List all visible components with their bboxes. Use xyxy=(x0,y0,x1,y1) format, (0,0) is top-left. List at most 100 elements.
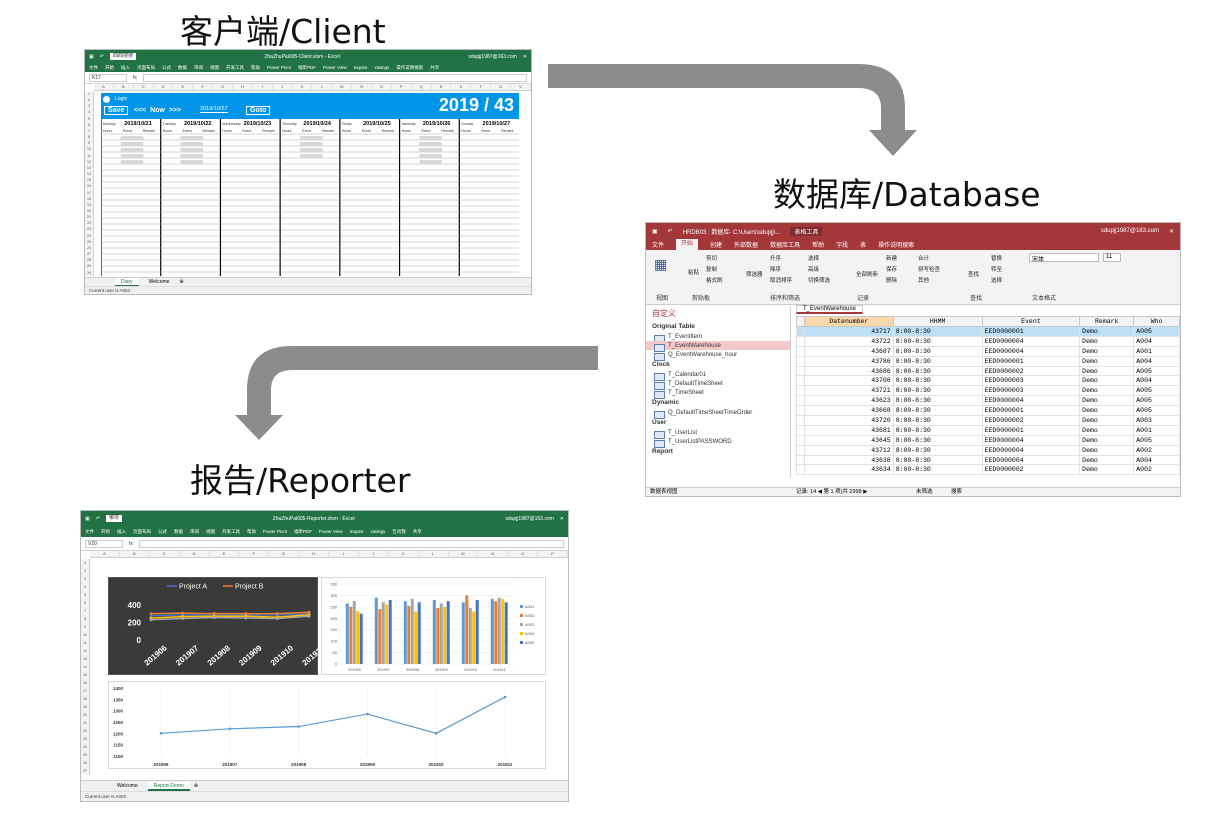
now-nav[interactable]: <<< Now >>> xyxy=(134,107,181,114)
table-cell[interactable]: A002 xyxy=(1133,464,1180,476)
font-size-select[interactable]: 11 xyxy=(1103,253,1121,262)
menu-item[interactable]: Power View xyxy=(319,529,343,534)
ribbon-item[interactable]: 剪切 xyxy=(706,254,717,262)
ribbon-item[interactable]: 选择 xyxy=(808,254,819,262)
row-selector[interactable] xyxy=(796,454,805,466)
table-row[interactable]: 43687 8:00-8:30 EED0000004 Demo A001 xyxy=(796,345,1180,357)
table-cell[interactable]: Demo xyxy=(1079,355,1135,367)
table-cell[interactable]: EED0000003 xyxy=(981,375,1081,387)
menu-item[interactable]: 开始 xyxy=(105,65,114,71)
table-cell[interactable]: Demo xyxy=(1079,405,1135,417)
table-row[interactable]: 43717 8:00-8:30 EED0000001 Demo A005 xyxy=(796,326,1180,337)
table-cell[interactable]: 43722 xyxy=(804,335,894,347)
row-selector[interactable] xyxy=(796,365,805,377)
table-cell[interactable]: 8:00-8:30 xyxy=(892,405,983,417)
table-cell[interactable]: A005 xyxy=(1133,434,1180,446)
table-cell[interactable]: Demo xyxy=(1079,385,1135,397)
row-selector[interactable] xyxy=(796,326,805,337)
filter-status[interactable]: 未筛选 xyxy=(916,488,933,496)
table-cell[interactable]: A005 xyxy=(1133,365,1180,377)
menu-item[interactable]: 页面布局 xyxy=(137,65,155,71)
menu-item[interactable]: 福昕PDF xyxy=(298,65,316,71)
save-icon[interactable]: ▣ xyxy=(652,228,658,235)
close-icon[interactable]: ✕ xyxy=(1169,228,1174,235)
table-row[interactable]: 43623 8:00-8:30 EED0000004 Demo A005 xyxy=(796,395,1180,407)
table-row[interactable]: 43721 8:00-8:30 EED0000003 Demo A005 xyxy=(796,385,1180,397)
column-header[interactable]: HHMM xyxy=(892,316,983,327)
menu-item[interactable]: Power View xyxy=(323,65,347,70)
table-cell[interactable]: 43681 xyxy=(804,424,894,436)
menu-item[interactable]: 字段 xyxy=(836,240,848,249)
ribbon-item[interactable]: 全部刷新 xyxy=(856,270,878,278)
table-cell[interactable]: Demo xyxy=(1079,434,1135,446)
table-cell[interactable]: 43668 xyxy=(804,405,894,417)
table-cell[interactable]: Demo xyxy=(1079,326,1135,337)
menu-item[interactable]: 文件 xyxy=(85,529,94,535)
table-cell[interactable]: EED0000001 xyxy=(981,355,1081,367)
nav-item[interactable]: T_UserListPASSWORD xyxy=(646,437,790,448)
table-cell[interactable]: 43712 xyxy=(804,444,894,456)
table-cell[interactable]: A005 xyxy=(1133,385,1180,397)
record-navigator[interactable]: 记录: 14 ◀ 第 1 项(共 2998 ▶ xyxy=(796,488,867,496)
ribbon-item[interactable]: 高级 xyxy=(808,265,819,273)
row-selector[interactable] xyxy=(796,464,805,476)
row-selector-header[interactable] xyxy=(796,316,805,327)
row-selector[interactable] xyxy=(796,385,805,397)
goto-button[interactable]: Goto xyxy=(246,106,271,115)
table-cell[interactable]: 8:00-8:30 xyxy=(892,365,983,377)
table-cell[interactable]: 8:00-8:30 xyxy=(892,355,983,367)
menu-item[interactable]: 视图 xyxy=(206,529,215,535)
client-search-box[interactable]: 四四搜搜 xyxy=(109,53,136,60)
ribbon-item[interactable]: 查找 xyxy=(968,270,979,278)
nav-group-header[interactable]: Dynamic xyxy=(646,397,790,408)
table-cell[interactable]: 43708 xyxy=(804,375,894,387)
table-cell[interactable]: 43645 xyxy=(804,434,894,446)
nav-item[interactable]: T_UserList xyxy=(646,428,790,439)
table-row[interactable]: 43668 8:00-8:30 EED0000001 Demo A005 xyxy=(796,405,1180,417)
table-cell[interactable]: EED0000001 xyxy=(981,424,1081,436)
table-row[interactable]: 43786 8:00-8:30 EED0000001 Demo A004 xyxy=(796,355,1180,367)
view-icon[interactable]: ▦ xyxy=(654,256,667,273)
table-row[interactable]: 43634 8:00-8:30 EED0000002 Demo A002 xyxy=(796,464,1180,476)
table-row[interactable]: 43638 8:00-8:30 EED0000004 Demo A004 xyxy=(796,454,1180,466)
menu-item[interactable]: 帮助 xyxy=(251,65,260,71)
table-cell[interactable]: EED0000001 xyxy=(981,326,1081,337)
menu-item[interactable]: 公式 xyxy=(158,529,167,535)
table-cell[interactable]: A003 xyxy=(1133,415,1180,426)
font-select[interactable]: 宋体 xyxy=(1029,253,1099,263)
table-cell[interactable]: Demo xyxy=(1079,415,1135,426)
column-header[interactable]: Remark xyxy=(1079,316,1135,327)
menu-item[interactable]: 表 xyxy=(860,240,866,249)
undo-icon[interactable]: ↶ xyxy=(96,516,100,522)
row-selector[interactable] xyxy=(796,335,805,347)
client-name-box[interactable]: K17 xyxy=(89,73,127,82)
table-cell[interactable]: EED0000004 xyxy=(981,444,1081,456)
ribbon-item[interactable]: 降序 xyxy=(770,265,781,273)
table-cell[interactable]: EED0000003 xyxy=(981,385,1081,397)
table-cell[interactable]: Demo xyxy=(1079,464,1135,476)
ribbon-item[interactable]: 合计 xyxy=(918,254,929,262)
nav-item[interactable]: T_EventWarehouse xyxy=(646,341,790,352)
nav-group-header[interactable]: Clock xyxy=(646,359,790,370)
table-row[interactable]: 43686 8:00-8:30 EED0000002 Demo A005 xyxy=(796,365,1180,377)
nav-group-header[interactable]: Report xyxy=(646,446,790,457)
table-cell[interactable]: EED0000004 xyxy=(981,434,1081,446)
date-input[interactable]: 2019/10/27 xyxy=(200,106,228,113)
table-cell[interactable]: 43638 xyxy=(804,454,894,466)
table-cell[interactable]: A005 xyxy=(1133,395,1180,407)
row-selector[interactable] xyxy=(796,415,805,426)
nav-item[interactable]: Q_DefaultTimeSheetTimeOrder xyxy=(646,408,790,419)
menu-item[interactable]: 操作说明搜索 xyxy=(396,65,423,71)
menu-item[interactable]: 公式 xyxy=(162,65,171,71)
table-cell[interactable]: A004 xyxy=(1133,454,1180,466)
table-cell[interactable]: EED0000004 xyxy=(981,335,1081,347)
row-selector[interactable] xyxy=(796,424,805,436)
menu-item[interactable]: 审阅 xyxy=(190,529,199,535)
nav-item[interactable]: T_EventItem xyxy=(646,332,790,343)
menu-item[interactable]: 插入 xyxy=(121,65,130,71)
menu-item[interactable]: 审阅 xyxy=(194,65,203,71)
close-icon[interactable]: ✕ xyxy=(523,54,527,60)
nav-group-header[interactable]: User xyxy=(646,417,790,428)
table-cell[interactable]: A001 xyxy=(1133,424,1180,436)
table-cell[interactable]: A004 xyxy=(1133,355,1180,367)
